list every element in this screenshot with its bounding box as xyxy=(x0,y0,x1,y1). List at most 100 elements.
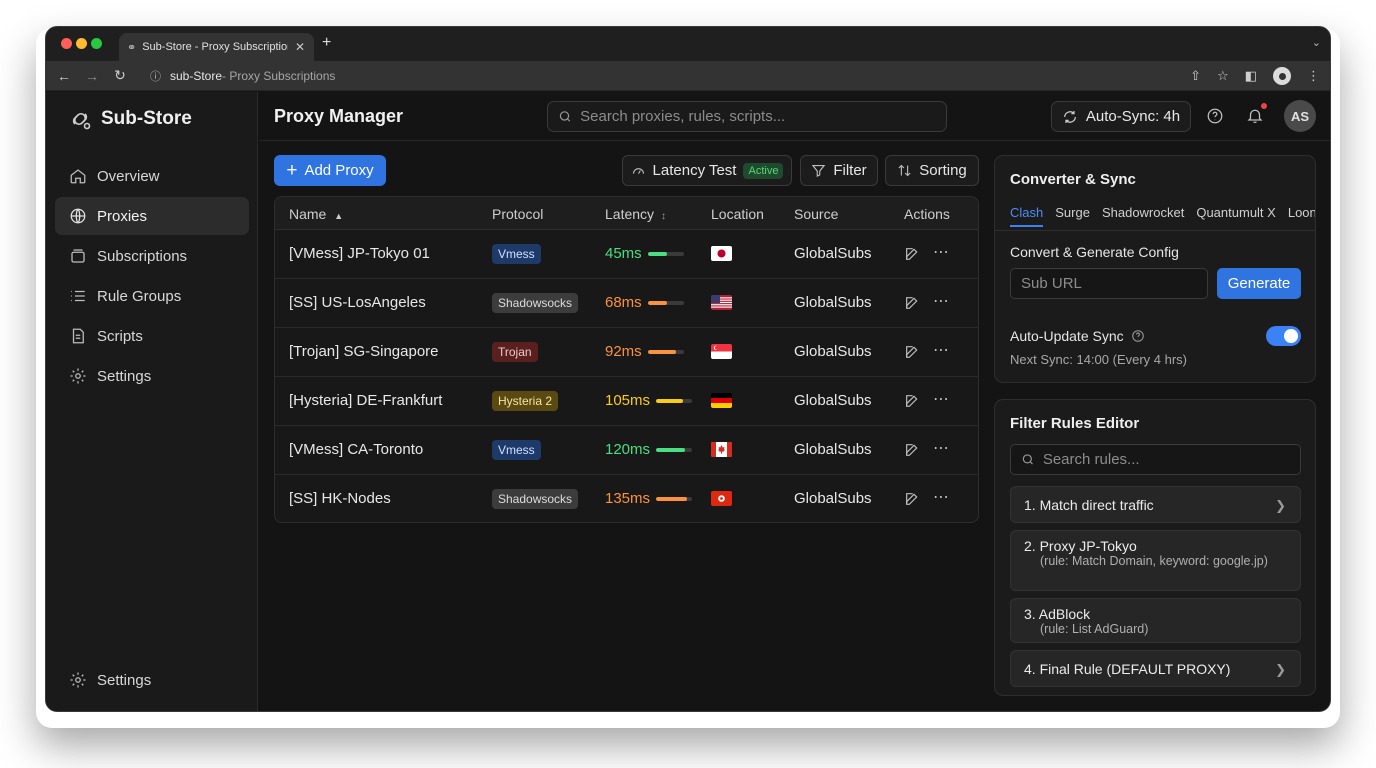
filter-button[interactable]: Filter xyxy=(800,155,878,186)
edit-icon[interactable] xyxy=(904,246,920,262)
converter-panel: Converter & Sync Clash Surge Shadowrocke… xyxy=(994,155,1316,383)
minimize-window-button[interactable] xyxy=(76,38,87,49)
table-row[interactable]: [SS] HK-Nodes Shadowsocks 135ms GlobalSu… xyxy=(275,475,978,522)
site-info-icon[interactable]: ⓘ xyxy=(150,68,161,84)
browser-tab-title: Sub-Store - Proxy Subscriptions xyxy=(142,41,289,53)
sub-url-field[interactable] xyxy=(1010,268,1208,299)
sidebar-item-settings[interactable]: Settings xyxy=(55,357,249,395)
column-header-location[interactable]: Location xyxy=(711,206,764,222)
latency-test-button[interactable]: Latency Test Active xyxy=(622,155,792,186)
proxy-table: Name ▲ Protocol Latency ↕ Location Sourc… xyxy=(274,196,979,523)
search-icon xyxy=(559,111,571,122)
sidebar-item-settings-bottom[interactable]: Settings xyxy=(55,661,249,699)
table-row[interactable]: [VMess] CA-Toronto Vmess 120ms GlobalSub… xyxy=(275,426,978,475)
tab-shadowrocket[interactable]: Shadowrocket xyxy=(1102,205,1184,227)
plus-icon: + xyxy=(286,160,298,181)
url-field[interactable]: ⓘ sub-Store- Proxy Subscriptions xyxy=(140,64,1180,88)
flag-usa-icon xyxy=(711,295,732,310)
rule-item[interactable]: 3. AdBlock (rule: List AdGuard) xyxy=(1010,598,1301,643)
maximize-window-button[interactable] xyxy=(91,38,102,49)
generate-button[interactable]: Generate xyxy=(1217,268,1301,299)
new-tab-button[interactable]: + xyxy=(322,34,331,52)
auto-update-toggle[interactable] xyxy=(1266,326,1301,346)
add-proxy-button[interactable]: + Add Proxy xyxy=(274,155,386,186)
sidebar-item-proxies[interactable]: Proxies xyxy=(55,197,249,235)
protocol-badge: Shadowsocks xyxy=(492,293,579,313)
global-search[interactable] xyxy=(547,101,947,132)
more-icon[interactable]: ⋯ xyxy=(933,291,950,311)
source-cell: GlobalSubs xyxy=(794,490,872,507)
latency-bar-fill xyxy=(647,252,668,256)
edit-icon[interactable] xyxy=(904,344,920,360)
forward-icon[interactable]: → xyxy=(78,68,106,84)
column-header-name[interactable]: Name ▲ xyxy=(289,206,343,222)
info-icon[interactable] xyxy=(1131,329,1145,343)
tab-surge[interactable]: Surge xyxy=(1055,205,1090,227)
layers-icon xyxy=(71,249,85,263)
sidebar-item-label: Rule Groups xyxy=(97,287,182,305)
share-icon[interactable]: ⇧ xyxy=(1190,68,1201,84)
help-icon[interactable] xyxy=(1206,107,1224,125)
browser-menu-icon[interactable]: ⋮ xyxy=(1307,68,1320,84)
latency-bar xyxy=(656,448,693,452)
reload-icon[interactable]: ↻ xyxy=(106,67,134,84)
tab-clash[interactable]: Clash xyxy=(1010,205,1044,227)
more-icon[interactable]: ⋯ xyxy=(933,340,950,360)
edit-icon[interactable] xyxy=(904,393,920,409)
sidebar-item-rule-groups[interactable]: Rule Groups xyxy=(55,277,249,315)
rule-item[interactable]: 1. Match direct traffic ❯ xyxy=(1010,486,1301,523)
column-header-protocol[interactable]: Protocol xyxy=(492,206,543,222)
brand[interactable]: Sub-Store xyxy=(68,107,192,131)
edit-icon[interactable] xyxy=(904,491,920,507)
tab-loon[interactable]: Loon xyxy=(1288,205,1315,227)
gear-icon xyxy=(70,368,86,384)
more-icon[interactable]: ⋯ xyxy=(933,438,950,458)
sub-url-input[interactable] xyxy=(1021,275,1207,292)
rules-search-input[interactable] xyxy=(1042,451,1300,468)
home-icon xyxy=(70,169,86,184)
close-tab-icon[interactable]: ✕ xyxy=(295,40,305,54)
table-row[interactable]: [Trojan] SG-Singapore Trojan 92ms Global… xyxy=(275,328,978,377)
source-cell: GlobalSubs xyxy=(794,294,872,311)
column-header-label: Name xyxy=(289,206,327,222)
rule-label: 4. Final Rule (DEFAULT PROXY) xyxy=(1024,661,1231,677)
sidebar-item-subscriptions[interactable]: Subscriptions xyxy=(55,237,249,275)
edit-icon[interactable] xyxy=(904,442,920,458)
close-window-button[interactable] xyxy=(61,38,72,49)
search-input[interactable] xyxy=(580,108,946,125)
table-row[interactable]: [VMess] JP-Tokyo 01 Vmess 45ms GlobalSub… xyxy=(275,230,978,279)
table-row[interactable]: [SS] US-LosAngeles Shadowsocks 68ms Glob… xyxy=(275,279,978,328)
table-row[interactable]: [Hysteria] DE-Frankfurt Hysteria 2 105ms… xyxy=(275,377,978,426)
profile-icon[interactable] xyxy=(1273,67,1291,85)
notifications-button[interactable] xyxy=(1246,103,1267,130)
more-icon[interactable]: ⋯ xyxy=(933,242,950,262)
back-icon[interactable]: ← xyxy=(50,68,78,84)
latency-cell: 92ms xyxy=(605,343,684,360)
rules-search[interactable] xyxy=(1010,444,1301,475)
sorting-button[interactable]: Sorting xyxy=(885,155,979,186)
latency-value: 68ms xyxy=(605,294,642,311)
edit-icon[interactable] xyxy=(904,295,920,311)
tab-list-chevron-icon[interactable]: ⌄ xyxy=(1312,36,1321,49)
filter-label: Filter xyxy=(833,162,867,179)
rule-item[interactable]: 2. Proxy JP-Tokyo (rule: Match Domain, k… xyxy=(1010,530,1301,591)
flag-canada-icon xyxy=(711,442,732,457)
flag-hong-kong-icon xyxy=(711,491,732,506)
latency-value: 105ms xyxy=(605,392,651,409)
user-avatar[interactable]: AS xyxy=(1284,100,1316,132)
sidepanel-icon[interactable]: ◧ xyxy=(1245,68,1257,84)
column-header-latency[interactable]: Latency ↕ xyxy=(605,206,666,222)
auto-sync-button[interactable]: Auto-Sync: 4h xyxy=(1051,101,1191,132)
browser-tab[interactable]: ⚭ Sub-Store - Proxy Subscriptions ✕ xyxy=(119,33,314,61)
column-header-source[interactable]: Source xyxy=(794,206,838,222)
sort-up-icon: ▲ xyxy=(334,211,344,221)
tab-quantumult-x[interactable]: Quantumult X xyxy=(1196,205,1276,227)
sidebar-item-label: Settings xyxy=(97,671,152,689)
rule-item[interactable]: 4. Final Rule (DEFAULT PROXY) ❯ xyxy=(1010,650,1301,687)
sidebar-item-overview[interactable]: Overview xyxy=(55,157,249,195)
more-icon[interactable]: ⋯ xyxy=(933,487,950,507)
sidebar-item-scripts[interactable]: Scripts xyxy=(55,317,249,355)
bookmark-star-icon[interactable]: ☆ xyxy=(1217,68,1229,84)
more-icon[interactable]: ⋯ xyxy=(933,389,950,409)
proxy-name: [Trojan] SG-Singapore xyxy=(289,343,439,360)
